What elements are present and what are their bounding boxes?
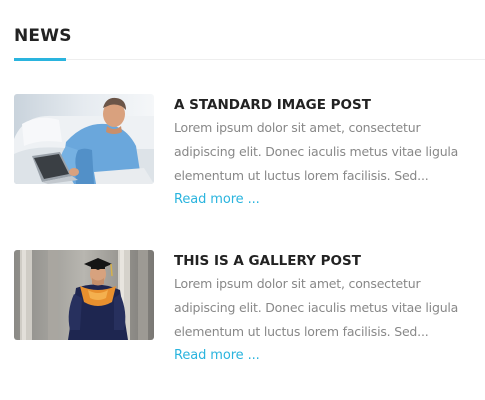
post-excerpt-line: Lorem ipsum dolor sit amet, consectetur	[174, 120, 421, 135]
post-excerpt: Lorem ipsum dolor sit amet, consectetur …	[174, 116, 485, 188]
post-excerpt-line: adipiscing elit. Donec iaculis metus vit…	[174, 144, 459, 159]
read-more-link[interactable]: Read more ...	[174, 188, 260, 212]
post-thumbnail-graduate[interactable]	[14, 250, 154, 340]
post-body: THIS IS A GALLERY POST Lorem ipsum dolor…	[174, 250, 485, 368]
news-post: A STANDARD IMAGE POST Lorem ipsum dolor …	[14, 94, 485, 209]
widget-title: NEWS	[14, 26, 72, 46]
post-title[interactable]: A STANDARD IMAGE POST	[174, 94, 485, 116]
title-divider	[14, 59, 485, 60]
post-excerpt-line: elementum ut luctus lorem facilisis. Sed…	[174, 168, 429, 183]
post-title[interactable]: THIS IS A GALLERY POST	[174, 250, 485, 272]
man-with-laptop-photo-icon	[14, 94, 154, 184]
post-excerpt-line: Lorem ipsum dolor sit amet, consectetur	[174, 276, 421, 291]
post-excerpt: Lorem ipsum dolor sit amet, consectetur …	[174, 272, 485, 344]
post-body: A STANDARD IMAGE POST Lorem ipsum dolor …	[174, 94, 485, 212]
title-accent-bar	[14, 58, 66, 61]
post-excerpt-line: elementum ut luctus lorem facilisis. Sed…	[174, 324, 429, 339]
post-excerpt-line: adipiscing elit. Donec iaculis metus vit…	[174, 300, 459, 315]
read-more-link[interactable]: Read more ...	[174, 344, 260, 368]
post-thumbnail-man-with-laptop[interactable]	[14, 94, 154, 184]
graduate-photo-icon	[14, 250, 154, 340]
news-post: THIS IS A GALLERY POST Lorem ipsum dolor…	[14, 250, 485, 365]
